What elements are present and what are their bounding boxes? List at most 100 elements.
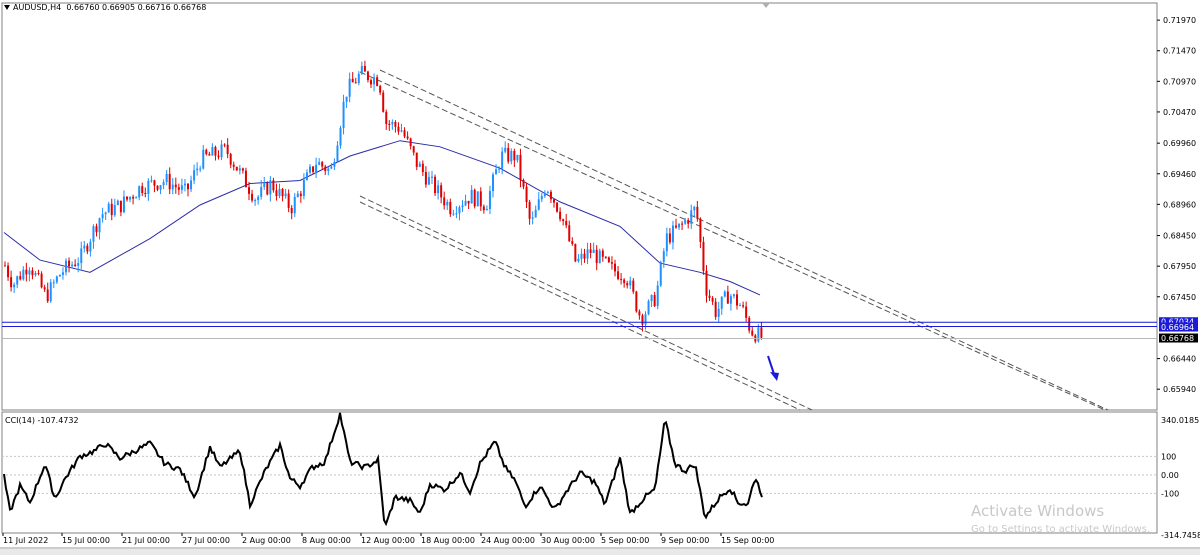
candle-body <box>748 317 751 331</box>
time-tick-label: 15 Sep 00:00 <box>721 536 774 545</box>
channel-line <box>359 71 1106 411</box>
candle-body <box>52 282 55 284</box>
candle-body <box>415 152 418 167</box>
candle-body <box>553 199 555 203</box>
candle-body <box>403 130 406 137</box>
moving-average-line <box>3 140 761 296</box>
candle-body <box>107 203 110 213</box>
candle-body <box>37 273 40 275</box>
candle-body <box>714 301 717 317</box>
candle-body <box>122 196 125 213</box>
candle-body <box>382 92 385 112</box>
candle-body <box>394 121 397 127</box>
candle-body <box>455 213 458 215</box>
candle-body <box>574 244 577 262</box>
candle-body <box>467 200 470 204</box>
candle-body <box>229 154 232 165</box>
time-tick-label: 9 Sep 00:00 <box>661 536 709 545</box>
candle-body <box>333 161 336 167</box>
candle-body <box>537 199 540 210</box>
candle-body <box>373 77 376 85</box>
time-tick-label: 30 Aug 00:00 <box>541 536 595 545</box>
down-arrow-head-icon <box>770 372 779 381</box>
candle-body <box>516 154 519 161</box>
candle-body <box>434 176 437 194</box>
candle-body <box>604 256 607 258</box>
candle-body <box>190 180 193 190</box>
candle-body <box>586 249 589 259</box>
candle-body <box>46 289 49 302</box>
candle-body <box>446 201 449 206</box>
channel-line <box>359 201 801 411</box>
candle-body <box>528 202 531 219</box>
candle-body <box>757 327 760 342</box>
candle-body <box>424 171 427 185</box>
candle-body <box>711 297 714 302</box>
candle-body <box>226 144 229 155</box>
time-tick-label: 11 Jul 2022 <box>3 536 48 545</box>
chart-canvas[interactable]: 0.670340.669640.66768 0.719700.714700.70… <box>0 0 1200 555</box>
candle-body <box>180 185 183 190</box>
channel-line <box>359 195 813 411</box>
candle-body <box>589 249 592 253</box>
candle-body <box>129 196 132 200</box>
candle-body <box>418 163 421 167</box>
price-label: 0.66768 <box>1161 334 1194 343</box>
candle-body <box>614 263 616 272</box>
candle-body <box>74 264 77 266</box>
price-tick-label: 0.70470 <box>1163 108 1196 117</box>
candle-body <box>565 220 568 226</box>
candle-body <box>196 168 199 171</box>
price-tick-label: 0.71470 <box>1163 47 1196 56</box>
candle-body <box>220 144 223 158</box>
candle-body <box>211 147 214 156</box>
candle-body <box>278 188 281 197</box>
watermark-subtitle: Go to Settings to activate Windows. <box>971 524 1151 535</box>
candle-body <box>177 187 180 190</box>
candle-body <box>4 265 6 267</box>
candle-body <box>147 180 150 194</box>
candle-body <box>144 193 147 195</box>
candle-body <box>549 191 552 200</box>
candle-body <box>510 150 513 162</box>
candle-body <box>171 184 174 190</box>
chart-window[interactable]: 0.67034 0.66964 0.66768 0.71970 0.71470 0.70… <box>0 0 1200 555</box>
cci-tick-label: -100 <box>1161 489 1179 498</box>
candle-body <box>357 73 360 84</box>
candle-body <box>260 186 263 197</box>
candle-body <box>92 226 95 242</box>
candle-body <box>702 241 705 271</box>
candle-body <box>351 78 354 83</box>
candle-body <box>443 197 446 206</box>
candle-body <box>187 183 189 190</box>
candle-body <box>653 294 656 307</box>
candle-body <box>61 272 64 275</box>
candle-body <box>354 82 357 84</box>
candle-body <box>659 261 662 286</box>
candle-body <box>168 173 171 190</box>
candle-body <box>257 196 260 201</box>
candle-body <box>162 182 165 186</box>
candle-body <box>431 176 433 178</box>
candle-body <box>598 250 601 264</box>
candle-body <box>232 164 235 167</box>
candle-body <box>202 149 205 169</box>
price-tick-label: 0.68960 <box>1163 200 1196 209</box>
candle-body <box>339 127 342 146</box>
candle-body <box>507 147 510 162</box>
candle-body <box>290 207 293 214</box>
candle-body <box>705 270 708 296</box>
candle-body <box>543 192 546 197</box>
candle-body <box>40 273 43 288</box>
candle-body <box>427 177 430 185</box>
candle-body <box>315 164 318 172</box>
candle-body <box>678 223 681 228</box>
candle-body <box>693 206 696 211</box>
candle-body <box>150 180 153 182</box>
dropdown-triangle-icon[interactable] <box>4 5 10 10</box>
candle-body <box>269 180 272 195</box>
candle-body <box>235 166 238 171</box>
candle-body <box>348 78 351 97</box>
candle-body <box>492 174 494 191</box>
candle-body <box>223 144 226 146</box>
